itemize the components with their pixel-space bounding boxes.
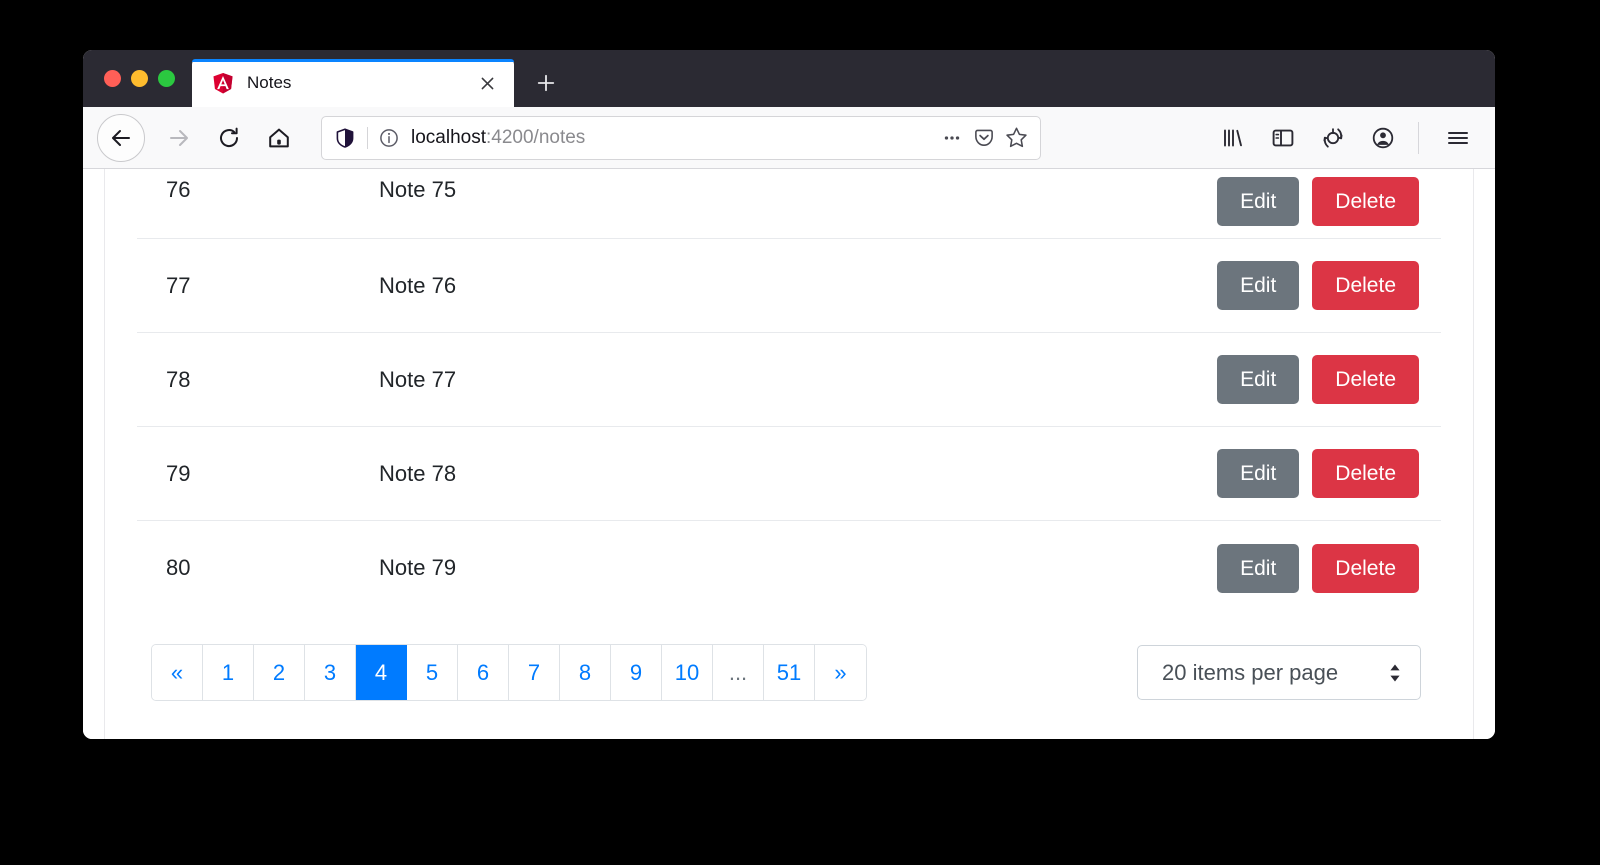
notes-table: 76 Note 75 Edit Delete 77 Note 76 Edit D… xyxy=(137,169,1441,615)
edit-button[interactable]: Edit xyxy=(1217,355,1299,404)
page-left-margin xyxy=(83,169,105,739)
row-actions: Edit Delete xyxy=(1217,544,1439,593)
items-per-page-select[interactable]: 20 items per page xyxy=(1137,645,1421,700)
url-text: localhost:4200/notes xyxy=(411,127,934,149)
reload-button[interactable] xyxy=(209,118,249,158)
page-viewport: 76 Note 75 Edit Delete 77 Note 76 Edit D… xyxy=(83,169,1495,739)
bookmark-star-icon[interactable] xyxy=(1002,124,1030,152)
pagination-page-1[interactable]: 1 xyxy=(203,645,254,700)
tab-notes[interactable]: Notes xyxy=(192,59,514,107)
pagination: « 1 2 3 4 5 6 7 8 9 10 ... 51 » xyxy=(151,644,867,701)
note-name: Note 76 xyxy=(379,273,1217,299)
delete-button[interactable]: Delete xyxy=(1312,261,1419,310)
angular-logo-icon xyxy=(212,72,234,95)
tracking-protection-shield-icon[interactable] xyxy=(334,127,356,149)
items-per-page-label: 20 items per page xyxy=(1162,660,1388,686)
pagination-page-10[interactable]: 10 xyxy=(662,645,713,700)
pagination-page-6[interactable]: 6 xyxy=(458,645,509,700)
forward-button xyxy=(159,118,199,158)
delete-button[interactable]: Delete xyxy=(1312,355,1419,404)
edit-button[interactable]: Edit xyxy=(1217,261,1299,310)
pagination-page-9[interactable]: 9 xyxy=(611,645,662,700)
zoom-window-button[interactable] xyxy=(158,70,175,87)
url-host: localhost xyxy=(411,127,486,148)
minimize-window-button[interactable] xyxy=(131,70,148,87)
table-footer: « 1 2 3 4 5 6 7 8 9 10 ... 51 » 20 items xyxy=(137,615,1441,701)
pocket-icon[interactable] xyxy=(970,124,998,152)
hamburger-menu-icon[interactable] xyxy=(1437,118,1479,158)
pagination-page-8[interactable]: 8 xyxy=(560,645,611,700)
pagination-ellipsis: ... xyxy=(713,645,764,700)
browser-window: Notes xyxy=(83,50,1495,739)
row-actions: Edit Delete xyxy=(1217,355,1439,404)
back-button[interactable] xyxy=(97,114,145,162)
new-tab-button[interactable] xyxy=(524,61,568,105)
table-row: 79 Note 78 Edit Delete xyxy=(137,427,1441,521)
note-id: 78 xyxy=(139,367,379,393)
edit-button[interactable]: Edit xyxy=(1217,177,1299,226)
note-id: 79 xyxy=(139,461,379,487)
table-row: 80 Note 79 Edit Delete xyxy=(137,521,1441,615)
sidebar-icon[interactable] xyxy=(1262,118,1304,158)
pagination-page-51[interactable]: 51 xyxy=(764,645,815,700)
window-controls xyxy=(83,50,189,107)
url-divider xyxy=(367,127,368,149)
pagination-page-7[interactable]: 7 xyxy=(509,645,560,700)
edit-button[interactable]: Edit xyxy=(1217,449,1299,498)
note-name: Note 78 xyxy=(379,461,1217,487)
account-icon[interactable] xyxy=(1362,118,1404,158)
pagination-first-button[interactable]: « xyxy=(152,645,203,700)
tab-strip: Notes xyxy=(83,50,1495,107)
close-window-button[interactable] xyxy=(104,70,121,87)
page-actions-icon[interactable] xyxy=(938,124,966,152)
notes-page: 76 Note 75 Edit Delete 77 Note 76 Edit D… xyxy=(105,169,1473,739)
table-row: 78 Note 77 Edit Delete xyxy=(137,333,1441,427)
delete-button[interactable]: Delete xyxy=(1312,449,1419,498)
library-icon[interactable] xyxy=(1212,118,1254,158)
note-id: 76 xyxy=(139,177,379,203)
url-bar[interactable]: localhost:4200/notes xyxy=(321,116,1041,160)
note-id: 80 xyxy=(139,555,379,581)
row-actions: Edit Delete xyxy=(1217,177,1439,226)
row-actions: Edit Delete xyxy=(1217,449,1439,498)
table-row: 76 Note 75 Edit Delete xyxy=(137,169,1441,239)
pagination-page-3[interactable]: 3 xyxy=(305,645,356,700)
sync-icon[interactable] xyxy=(1312,118,1354,158)
chevron-updown-icon xyxy=(1388,662,1402,684)
tab-title: Notes xyxy=(247,73,474,93)
note-name: Note 79 xyxy=(379,555,1217,581)
pagination-page-2[interactable]: 2 xyxy=(254,645,305,700)
toolbar-right-icons xyxy=(1204,118,1479,158)
pagination-last-button[interactable]: » xyxy=(815,645,866,700)
delete-button[interactable]: Delete xyxy=(1312,544,1419,593)
home-button[interactable] xyxy=(259,118,299,158)
note-name: Note 75 xyxy=(379,177,1217,203)
pagination-page-4[interactable]: 4 xyxy=(356,645,407,700)
close-icon[interactable] xyxy=(474,70,500,96)
delete-button[interactable]: Delete xyxy=(1312,177,1419,226)
url-path: :4200/notes xyxy=(486,127,585,148)
site-information-icon[interactable] xyxy=(379,128,399,148)
page-right-margin xyxy=(1473,169,1495,739)
note-name: Note 77 xyxy=(379,367,1217,393)
row-actions: Edit Delete xyxy=(1217,261,1439,310)
note-id: 77 xyxy=(139,273,379,299)
toolbar-divider xyxy=(1418,122,1419,154)
navigation-toolbar: localhost:4200/notes xyxy=(83,107,1495,169)
edit-button[interactable]: Edit xyxy=(1217,544,1299,593)
pagination-page-5[interactable]: 5 xyxy=(407,645,458,700)
table-row: 77 Note 76 Edit Delete xyxy=(137,239,1441,333)
